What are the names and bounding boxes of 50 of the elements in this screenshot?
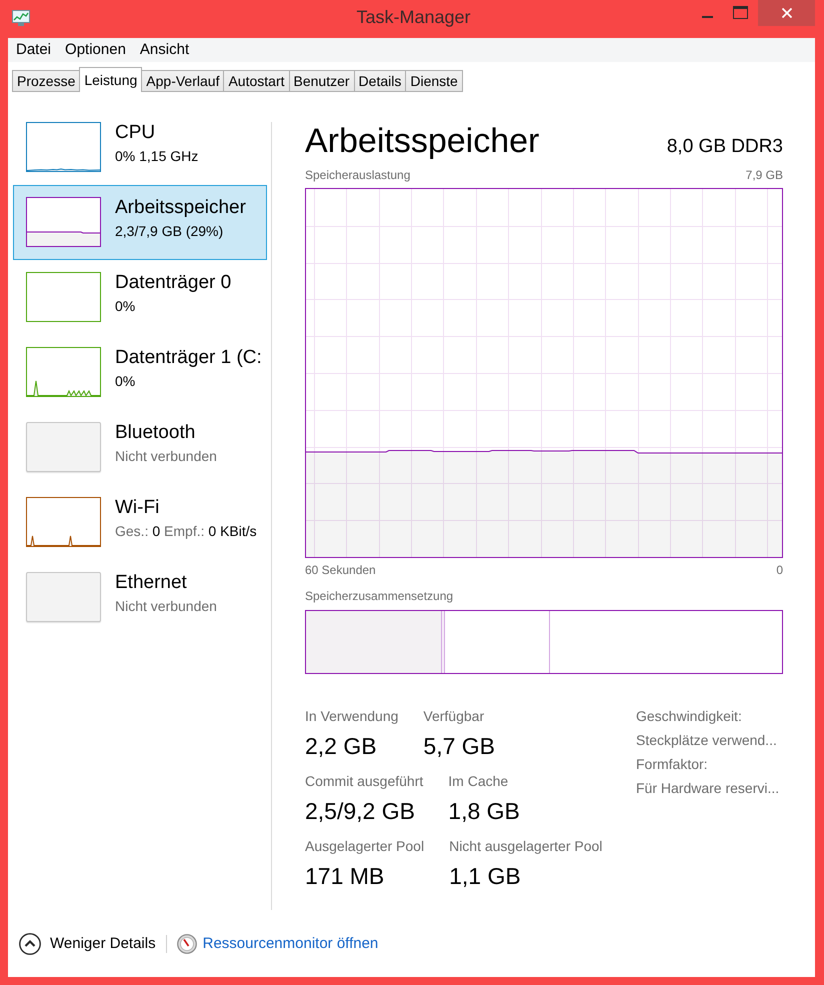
menu-item[interactable]: Optionen <box>58 41 133 59</box>
chart-max-label: 7,9 GB <box>746 167 783 183</box>
tab[interactable]: Prozesse <box>12 70 80 92</box>
chevron-up-icon <box>19 932 41 954</box>
stat-label: Im Cache <box>448 772 510 790</box>
stat-value: 5,7 GB <box>423 732 496 760</box>
close-button[interactable] <box>758 0 816 26</box>
chart-title: Speicherauslastung <box>305 167 410 183</box>
stat-label: Verfügbar <box>423 707 486 725</box>
stat-label: Commit ausgeführt <box>305 772 424 790</box>
property-label: Formfaktor: <box>636 755 709 773</box>
resource-monitor-link[interactable]: Ressourcenmonitor öffnen <box>202 935 378 952</box>
tab[interactable]: Autostart <box>223 70 290 92</box>
fewer-details-button[interactable]: Weniger Details <box>19 932 156 954</box>
stat-value: 1,8 GB <box>448 797 520 825</box>
stat-label: In Verwendung <box>305 707 398 725</box>
stat-label: Nicht ausgelagerter Pool <box>449 837 602 855</box>
axis-start-label: 60 Sekunden <box>305 562 376 578</box>
section-title: Arbeitsspeicher <box>305 121 540 161</box>
monitor-chart-icon <box>12 10 30 26</box>
sidebar-item[interactable]: Arbeitsspeicher 2,3/7,9 GB (29%) <box>13 185 267 260</box>
tab[interactable]: Benutzer <box>288 70 355 92</box>
stat-value: 171 MB <box>305 862 386 890</box>
stat-value: 2,2 GB <box>305 732 378 760</box>
tab[interactable]: Details <box>354 70 406 92</box>
minimize-icon <box>702 16 713 18</box>
empty-graph-icon <box>26 422 101 472</box>
axis-end-label: 0 <box>776 562 783 578</box>
sidebar-item[interactable]: Datenträger 0 0% <box>13 260 267 335</box>
gauge-icon[interactable] <box>176 934 197 954</box>
property-label: Steckplätze verwend... <box>636 731 778 749</box>
tab[interactable]: App-Verlauf <box>141 70 224 92</box>
stat-value: 1,1 GB <box>449 862 522 890</box>
window-title: Task-Manager <box>356 6 471 28</box>
composition-title: Speicherzusammensetzung <box>305 588 454 604</box>
memory-spec: 8,0 GB DDR3 <box>666 135 783 159</box>
tab[interactable]: Dienste <box>405 70 463 92</box>
sidebar-item[interactable]: CPU 0% 1,15 GHz <box>13 110 267 185</box>
menu-item[interactable]: Datei <box>9 41 58 59</box>
sidebar-item[interactable]: Wi-Fi Ges.: 0 Empf.: 0 KBit/s <box>13 485 267 560</box>
close-icon <box>782 8 792 18</box>
empty-graph-icon <box>26 572 101 622</box>
maximize-icon <box>732 6 748 18</box>
stat-value: 2,5/9,2 GB <box>305 797 416 825</box>
property-label: Geschwindigkeit: <box>636 707 743 725</box>
menu-item[interactable]: Ansicht <box>132 41 196 59</box>
modified-segment <box>440 611 444 673</box>
stat-label: Ausgelagerter Pool <box>305 837 424 855</box>
sidebar-item[interactable]: Datenträger 1 (C: 0% <box>13 335 267 410</box>
property-label: Für Hardware reservi... <box>636 779 780 797</box>
